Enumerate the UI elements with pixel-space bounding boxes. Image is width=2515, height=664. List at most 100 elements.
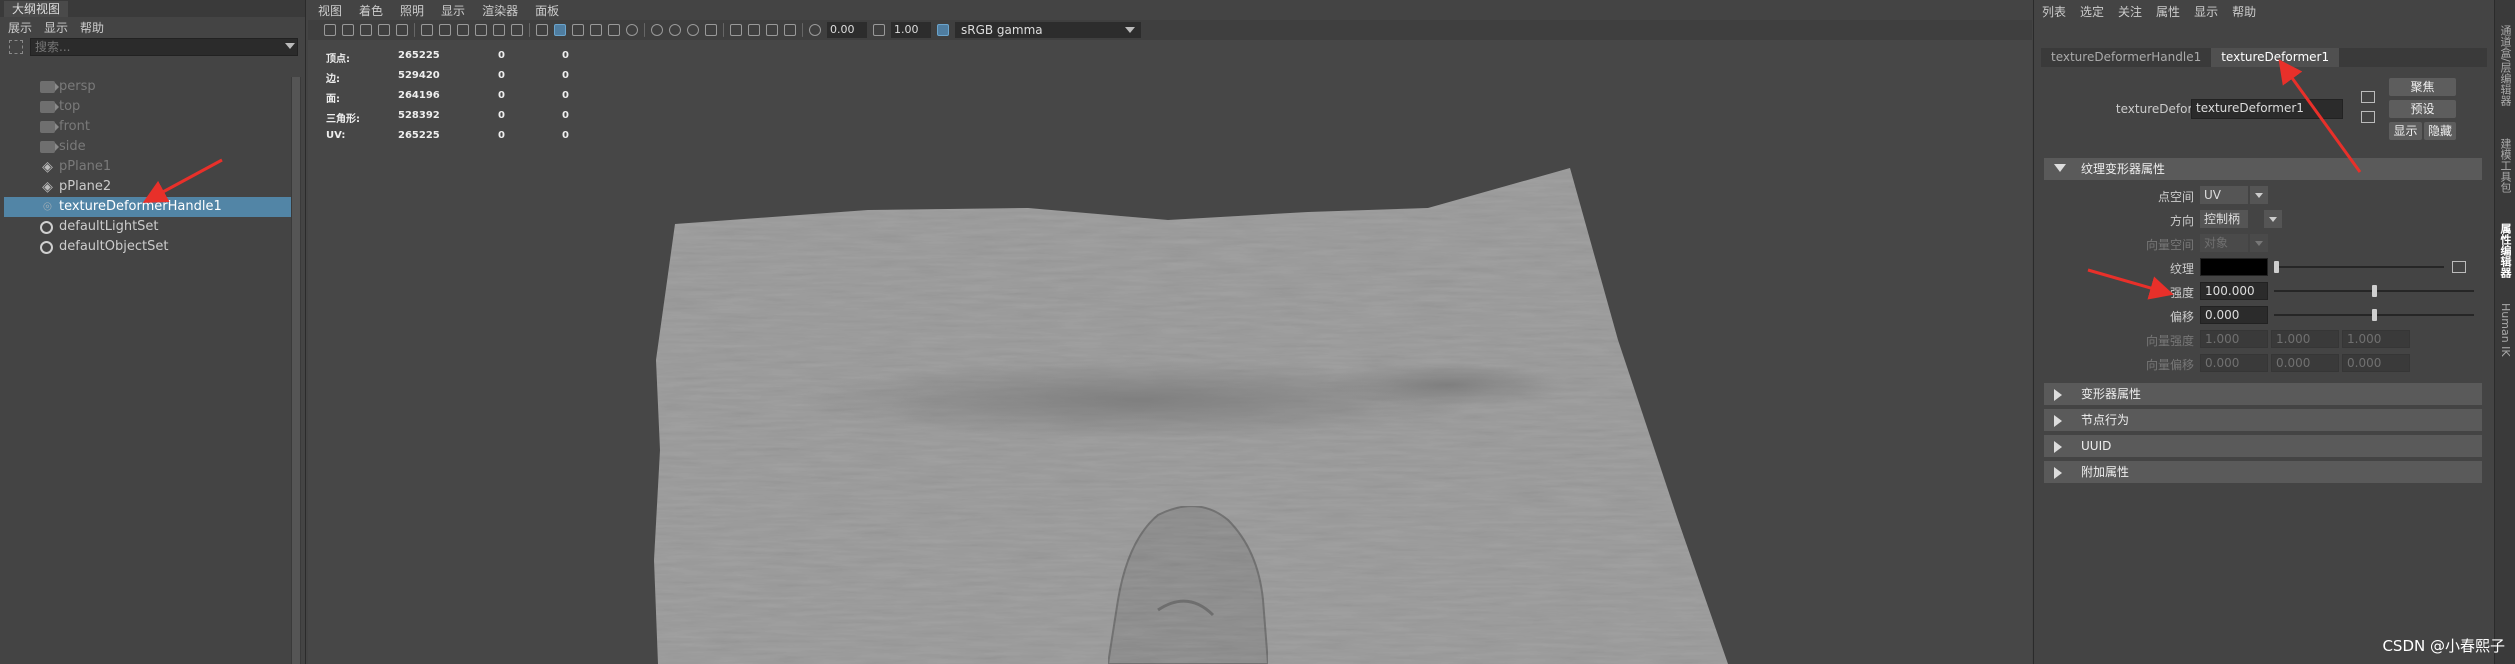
expand-triangle-icon [2054, 164, 2066, 172]
hide-button[interactable]: 隐藏 [2424, 122, 2456, 140]
show-button[interactable]: 显示 [2389, 122, 2422, 140]
viewport-menubar: 视图 着色 照明 显示 渲染器 面板 [308, 0, 2032, 20]
scrollbar-thumb[interactable] [292, 77, 300, 664]
hud-cell: 0 [498, 110, 505, 121]
node-name-field[interactable]: textureDeformer1 [2191, 99, 2343, 119]
offset-label: 偏移 [2169, 310, 2194, 324]
menu-focus[interactable]: 关注 [2118, 3, 2142, 20]
side-tab-human-ik[interactable]: Human IK [2495, 295, 2515, 365]
smooth-shade-icon[interactable] [554, 24, 566, 36]
menu-list[interactable]: 列表 [2042, 3, 2066, 20]
tab-texture-deformer-handle[interactable]: textureDeformerHandle1 [2041, 48, 2211, 67]
outliner-item-pplane1[interactable]: ◈ pPlane1 [4, 157, 292, 177]
gate-mask-icon[interactable] [457, 24, 469, 36]
textured-icon[interactable] [590, 24, 602, 36]
outliner-scrollbar[interactable] [291, 77, 301, 664]
depth-of-field-icon[interactable] [705, 24, 717, 36]
backface-culling-icon[interactable] [784, 24, 796, 36]
input-connection-icon[interactable] [2361, 91, 2375, 103]
focus-button[interactable]: 聚焦 [2389, 78, 2456, 96]
outliner-item-defaultlightset[interactable]: defaultLightSet [4, 217, 292, 237]
texture-color-swatch[interactable] [2200, 258, 2268, 276]
output-connection-icon[interactable] [2361, 111, 2375, 123]
section-node-behavior[interactable]: 节点行为 [2044, 409, 2482, 431]
search-dropdown-icon[interactable] [285, 43, 295, 49]
wireframe-icon[interactable] [536, 24, 548, 36]
film-gate-icon[interactable] [421, 24, 433, 36]
menu-show-attr[interactable]: 显示 [2194, 3, 2218, 20]
menu-attributes[interactable]: 属性 [2156, 3, 2180, 20]
outliner-item-side[interactable]: side [4, 137, 292, 157]
outliner-item-defaultobjectset[interactable]: defaultObjectSet [4, 237, 292, 257]
outliner-item-label: defaultObjectSet [59, 239, 169, 254]
use-lights-icon[interactable] [608, 24, 620, 36]
gamma-field[interactable]: 1.00 [891, 22, 931, 38]
menu-show-vp[interactable]: 显示 [441, 2, 465, 19]
texture-slider-track[interactable] [2274, 266, 2444, 268]
menu-panels[interactable]: 面板 [535, 2, 559, 19]
presets-button[interactable]: 预设 [2389, 100, 2456, 118]
screen-space-ao-icon[interactable] [651, 24, 663, 36]
wireframe-on-shaded-icon[interactable] [572, 24, 584, 36]
menu-help[interactable]: 帮助 [80, 19, 104, 36]
outliner-search-input[interactable] [30, 38, 298, 56]
point-space-label: 点空间 [2157, 190, 2194, 204]
offset-slider-handle[interactable] [2372, 309, 2377, 321]
side-tab-channel-box[interactable]: 通道盒/层编辑器 [2495, 10, 2515, 120]
outliner-item-texturedeformerhandle1[interactable]: ⌾ textureDeformerHandle1 [4, 197, 292, 217]
outliner-item-top[interactable]: top [4, 97, 292, 117]
hud-cell: 面: [326, 94, 340, 105]
texture-map-button-icon[interactable] [2452, 261, 2466, 273]
outliner-item-pplane2[interactable]: ◈ pPlane2 [4, 177, 292, 197]
menu-show[interactable]: 显示 [44, 19, 68, 36]
menu-view[interactable]: 视图 [318, 2, 342, 19]
exposure-icon[interactable] [809, 24, 821, 36]
camera-attributes-icon[interactable] [342, 24, 354, 36]
point-space-dropdown-arrow[interactable] [2250, 186, 2268, 204]
point-space-dropdown[interactable]: UV [2200, 186, 2248, 204]
menu-lighting[interactable]: 照明 [400, 2, 424, 19]
xray-joints-icon[interactable] [766, 24, 778, 36]
image-plane-icon[interactable] [378, 24, 390, 36]
field-chart-icon[interactable] [475, 24, 487, 36]
tab-texture-deformer[interactable]: textureDeformer1 [2211, 48, 2340, 67]
strength-slider-handle[interactable] [2372, 285, 2377, 297]
offset-field[interactable]: 0.000 [2200, 306, 2268, 324]
grid-icon[interactable] [396, 24, 408, 36]
strength-field[interactable]: 100.000 [2200, 282, 2268, 300]
section-uuid[interactable]: UUID [2044, 435, 2482, 457]
exposure-field[interactable]: 0.00 [827, 22, 867, 38]
shadows-icon[interactable] [626, 24, 638, 36]
xray-icon[interactable] [748, 24, 760, 36]
side-tab-modeling-toolkit[interactable]: 建模工具包 [2495, 125, 2515, 205]
side-tab-attribute-editor[interactable]: 属性编辑器 [2495, 210, 2515, 290]
select-camera-icon[interactable] [324, 24, 336, 36]
outliner-item-front[interactable]: front [4, 117, 292, 137]
outliner-tab[interactable]: 大纲视图 [4, 1, 69, 17]
safe-action-icon[interactable] [493, 24, 505, 36]
bookmark-icon[interactable] [360, 24, 372, 36]
collapse-triangle-icon [2054, 389, 2062, 401]
outliner-item-persp[interactable]: persp [4, 77, 292, 97]
select-all-icon[interactable] [9, 40, 23, 54]
menu-shading[interactable]: 着色 [359, 2, 383, 19]
outliner-item-label: front [59, 119, 90, 134]
motion-blur-icon[interactable] [669, 24, 681, 36]
menu-help-attr[interactable]: 帮助 [2232, 3, 2256, 20]
isolate-select-icon[interactable] [730, 24, 742, 36]
color-management-icon[interactable] [937, 24, 949, 36]
gamma-icon[interactable] [873, 24, 885, 36]
color-space-dropdown[interactable]: sRGB gamma [955, 22, 1141, 38]
direction-dropdown[interactable]: 控制柄 [2200, 210, 2248, 228]
direction-dropdown-arrow[interactable] [2264, 210, 2282, 228]
menu-renderer[interactable]: 渲染器 [482, 2, 518, 19]
menu-display[interactable]: 展示 [8, 19, 32, 36]
section-deformer-attributes[interactable]: 变形器属性 [2044, 383, 2482, 405]
menu-selected[interactable]: 选定 [2080, 3, 2104, 20]
section-texture-deformer-attributes[interactable]: 纹理变形器属性 [2044, 158, 2482, 180]
texture-slider-handle[interactable] [2274, 261, 2279, 273]
resolution-gate-icon[interactable] [439, 24, 451, 36]
anti-aliasing-icon[interactable] [687, 24, 699, 36]
safe-title-icon[interactable] [511, 24, 523, 36]
section-extra-attributes[interactable]: 附加属性 [2044, 461, 2482, 483]
